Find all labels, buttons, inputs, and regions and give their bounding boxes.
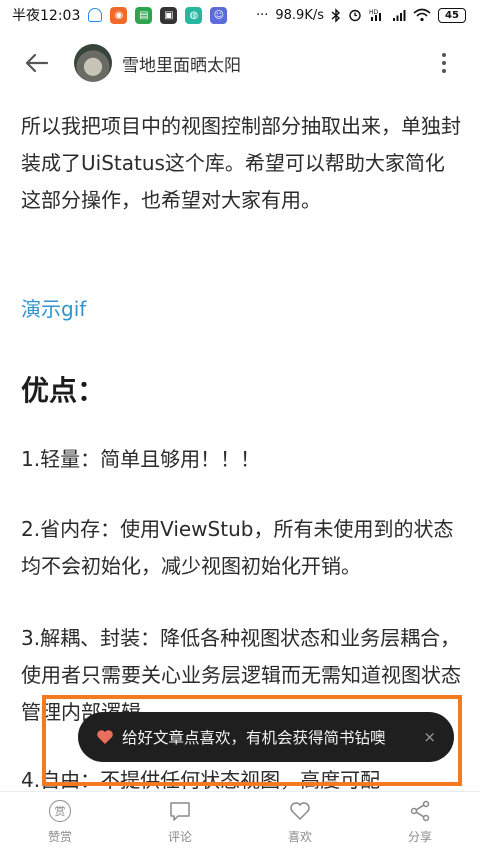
battery-icon: 45 — [438, 7, 466, 23]
app-header: 雪地里面晒太阳 — [0, 30, 480, 96]
avatar[interactable] — [74, 44, 112, 82]
teal-app-icon: ◍ — [185, 6, 203, 24]
dark-app-icon: ▣ — [160, 6, 178, 24]
heart-icon — [290, 802, 310, 820]
like-toast[interactable]: 给好文章点喜欢，有机会获得简书钻噢 × — [78, 712, 454, 762]
point-item: 1.轻量：简单且够用！！！ — [21, 447, 261, 471]
tab-reward[interactable]: 赏 赞赏 — [0, 792, 120, 853]
purple-app-icon: ☺ — [210, 6, 228, 24]
section-heading: 优点： — [21, 374, 106, 407]
tab-share[interactable]: 分享 — [360, 792, 480, 853]
status-time: 半夜12:03 — [12, 8, 81, 24]
close-icon[interactable]: × — [423, 728, 436, 746]
tab-label: 评论 — [167, 830, 192, 844]
point-item: 2.省内存：使用ViewStub，所有未使用到的状态均不会初始化，减少视图初始化… — [21, 517, 454, 578]
share-icon — [410, 800, 430, 822]
tab-label: 赞赏 — [47, 830, 72, 844]
more-vertical-icon[interactable] — [434, 48, 454, 78]
wifi-icon — [413, 8, 431, 22]
alarm-icon — [349, 9, 361, 22]
network-speed: 98.9K/s — [275, 7, 324, 23]
headset-icon — [88, 8, 103, 22]
hd-signal-icon: HD — [369, 9, 381, 21]
bottom-bar: 赏 赞赏 评论 喜欢 分享 — [0, 791, 480, 853]
back-button[interactable] — [22, 48, 52, 78]
demo-gif-link[interactable]: 演示gif — [21, 293, 86, 322]
author-name[interactable]: 雪地里面晒太阳 — [122, 51, 241, 76]
status-bar: 半夜12:03 ◉ ▤ ▣ ◍ ☺ ··· 98.9K/s HD 45 — [0, 0, 480, 30]
reward-icon: 赏 — [49, 800, 71, 822]
reward-glyph: 赏 — [49, 800, 71, 822]
green-app-icon: ▤ — [135, 6, 153, 24]
heart-icon — [97, 730, 113, 744]
tab-label: 分享 — [407, 830, 432, 844]
tab-label: 喜欢 — [287, 830, 312, 844]
status-dots: ··· — [255, 7, 269, 23]
toast-text: 给好文章点喜欢，有机会获得简书钻噢 — [122, 729, 386, 747]
arrow-left-icon — [25, 53, 49, 73]
tab-comment[interactable]: 评论 — [120, 792, 240, 853]
bluetooth-icon — [331, 7, 341, 23]
comment-icon — [170, 802, 190, 821]
signal-bars-icon — [393, 10, 406, 21]
tab-like[interactable]: 喜欢 — [240, 792, 360, 853]
article-paragraph: 所以我把项目中的视图控制部分抽取出来，单独封装成了UiStatus这个库。希望可… — [21, 114, 461, 212]
weibo-icon: ◉ — [110, 6, 128, 24]
svg-text:HD: HD — [369, 9, 379, 16]
